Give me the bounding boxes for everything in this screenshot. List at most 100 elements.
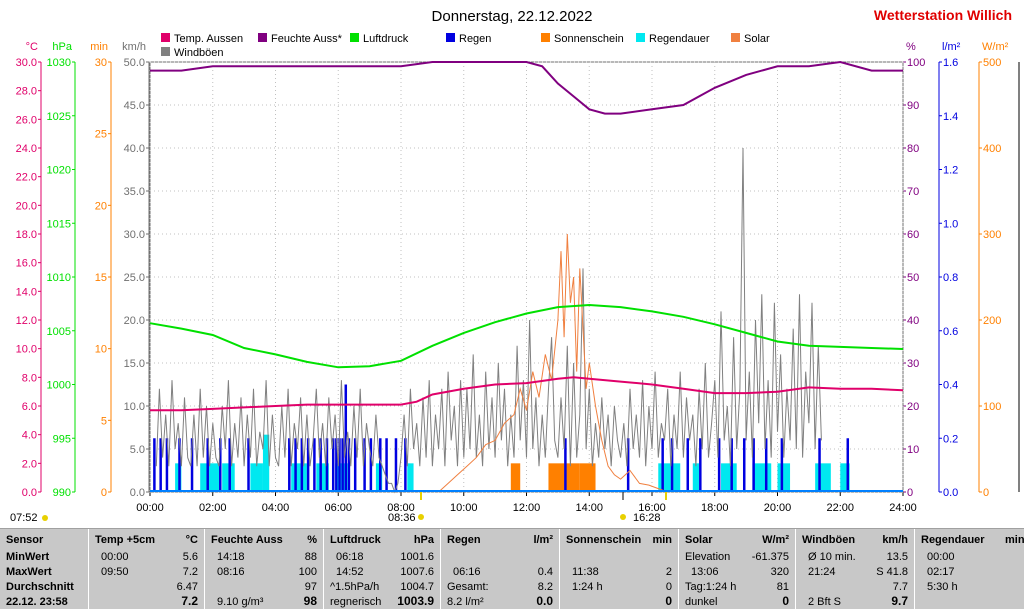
raindur-bar <box>250 463 263 492</box>
axis-rain-tick-label: 1.6 <box>943 57 958 69</box>
hdr-feuchte: Feuchte Auss <box>211 534 283 546</box>
rdauer-total: 5:30 h <box>927 581 958 593</box>
axis-pressure-tick-label: 1015 <box>47 218 71 230</box>
rain-bar <box>846 438 850 492</box>
axis-temp-tick-label: 12.0 <box>16 315 37 327</box>
rain-bar <box>661 438 664 492</box>
raindur-bar <box>815 463 831 492</box>
legend-label: Regendauer <box>649 33 710 45</box>
axis-temp-tick-label: 18.0 <box>16 229 37 241</box>
x-tick-label: 12:00 <box>513 502 541 514</box>
axis-rain-tick-label: 0.8 <box>943 272 958 284</box>
temp-min-time: 00:00 <box>101 551 129 563</box>
legend-label: Sonnenschein <box>554 33 624 45</box>
axis-minutes-tick-label: 20 <box>95 200 107 212</box>
axis-minutes-tick-label: 30 <box>95 57 107 69</box>
axis-solar-unit: W/m² <box>982 41 1009 53</box>
legend-swatch <box>731 33 740 42</box>
x-tick-label: 20:00 <box>764 502 792 514</box>
axis-wind-tick-label: 15.0 <box>124 358 145 370</box>
sun-icon <box>418 514 424 520</box>
regen-day: 8.2 l/m² <box>447 596 484 608</box>
luft-min: 1001.6 <box>400 551 434 563</box>
raindur-bar <box>407 463 414 492</box>
luft-max-time: 14:52 <box>336 566 364 578</box>
hdr-solar: Solar <box>685 534 713 546</box>
raindur-bar <box>752 463 772 492</box>
legend-swatch <box>258 33 267 42</box>
solar-now: 0 <box>782 594 789 608</box>
axis-temp-tick-label: 0.0 <box>22 487 37 499</box>
rain-bar <box>369 438 373 492</box>
axis-temp-tick-label: 8.0 <box>22 372 37 384</box>
x-tick-label: 00:00 <box>136 502 164 514</box>
axis-wind-tick-label: 20.0 <box>124 315 145 327</box>
col-luftdruck: Luftdruck hPa 06:18 1001.6 14:52 1007.6 … <box>324 529 441 609</box>
luft-min-time: 06:18 <box>336 551 364 563</box>
axis-humidity-tick-label: 40 <box>907 315 919 327</box>
row-avg: Durchschnitt <box>6 581 74 593</box>
axis-temp-tick-label: 4.0 <box>22 430 37 442</box>
solar-day-label: Tag:1:24 h <box>685 581 737 593</box>
legend-label: Regen <box>459 33 491 45</box>
rain-bar <box>394 438 398 492</box>
rain-bar <box>341 438 344 492</box>
chart-title: Donnerstag, 22.12.2022 <box>432 8 593 25</box>
rain-bar <box>159 438 162 492</box>
x-tick-label: 22:00 <box>826 502 854 514</box>
hdr-regen-unit: l/m² <box>533 534 553 546</box>
wind-avg10-label: Ø 10 min. <box>808 551 856 563</box>
axis-humidity-tick-label: 70 <box>907 186 919 198</box>
solar-elevation-label: Elevation <box>685 551 731 563</box>
axis-pressure-tick-label: 1025 <box>47 111 71 123</box>
axis-humidity-unit: % <box>906 41 916 53</box>
axis-temp-tick-label: 10.0 <box>16 344 37 356</box>
axis-humidity-tick-label: 20 <box>907 401 919 413</box>
raindur-bar <box>673 463 681 492</box>
legend-label: Temp. Aussen <box>174 33 243 45</box>
hdr-sensor: Sensor <box>6 534 44 546</box>
axis-rain-tick-label: 1.2 <box>943 165 958 177</box>
rain-bar <box>699 438 702 492</box>
feuchte-min-time: 14:18 <box>217 551 245 563</box>
axis-minutes-unit: min <box>90 41 108 53</box>
axis-pressure-tick-label: 1020 <box>47 165 71 177</box>
solar-elevation: -61.375 <box>751 551 789 563</box>
rain-bar <box>686 438 690 492</box>
hdr-regendauer: Regendauer <box>921 534 985 546</box>
rain-bar <box>780 438 784 492</box>
feuchte-min: 88 <box>304 551 317 563</box>
axis-solar-tick-label: 500 <box>983 57 1001 69</box>
axis-rain-tick-label: 0.4 <box>943 380 958 392</box>
axis-humidity-tick-label: 50 <box>907 272 919 284</box>
axis-minutes-tick-label: 10 <box>95 344 107 356</box>
gust-line <box>155 147 822 494</box>
temp-line <box>150 376 904 412</box>
raindur-bar <box>721 463 737 492</box>
rain-bar <box>313 438 316 492</box>
axis-temp-tick-label: 2.0 <box>22 458 37 470</box>
axis-wind-tick-label: 25.0 <box>124 272 145 284</box>
hdr-luftdruck: Luftdruck <box>330 534 381 546</box>
axis-wind-tick-label: 5.0 <box>130 444 145 456</box>
luft-max: 1007.6 <box>400 566 434 578</box>
pressure-line <box>149 303 904 369</box>
axis-wind-tick-label: 10.0 <box>124 401 145 413</box>
axis-rain-tick-label: 1.4 <box>943 111 958 123</box>
legend-label: Luftdruck <box>363 33 409 45</box>
weather-chart: Donnerstag, 22.12.2022 Wetterstation Wil… <box>10 7 1020 524</box>
x-tick-label: 14:00 <box>575 502 603 514</box>
regen-max: 0.4 <box>537 566 553 578</box>
axis-pressure-unit: hPa <box>52 41 72 53</box>
axis-rain-tick-label: 0.0 <box>943 487 958 499</box>
raindur-bar <box>777 463 791 492</box>
luft-trend: ^1.5hPa/h <box>330 581 380 593</box>
legend-label: Feuchte Auss* <box>271 33 343 45</box>
temp-now: 7.2 <box>181 594 198 608</box>
axis-temp-tick-label: 24.0 <box>16 143 37 155</box>
axis-humidity-tick-label: 10 <box>907 444 919 456</box>
solar-state: dunkel <box>685 596 718 608</box>
feuchte-now: 98 <box>303 594 317 608</box>
axis-rain-tick-label: 0.6 <box>943 326 958 338</box>
axis-temp-tick-label: 26.0 <box>16 114 37 126</box>
